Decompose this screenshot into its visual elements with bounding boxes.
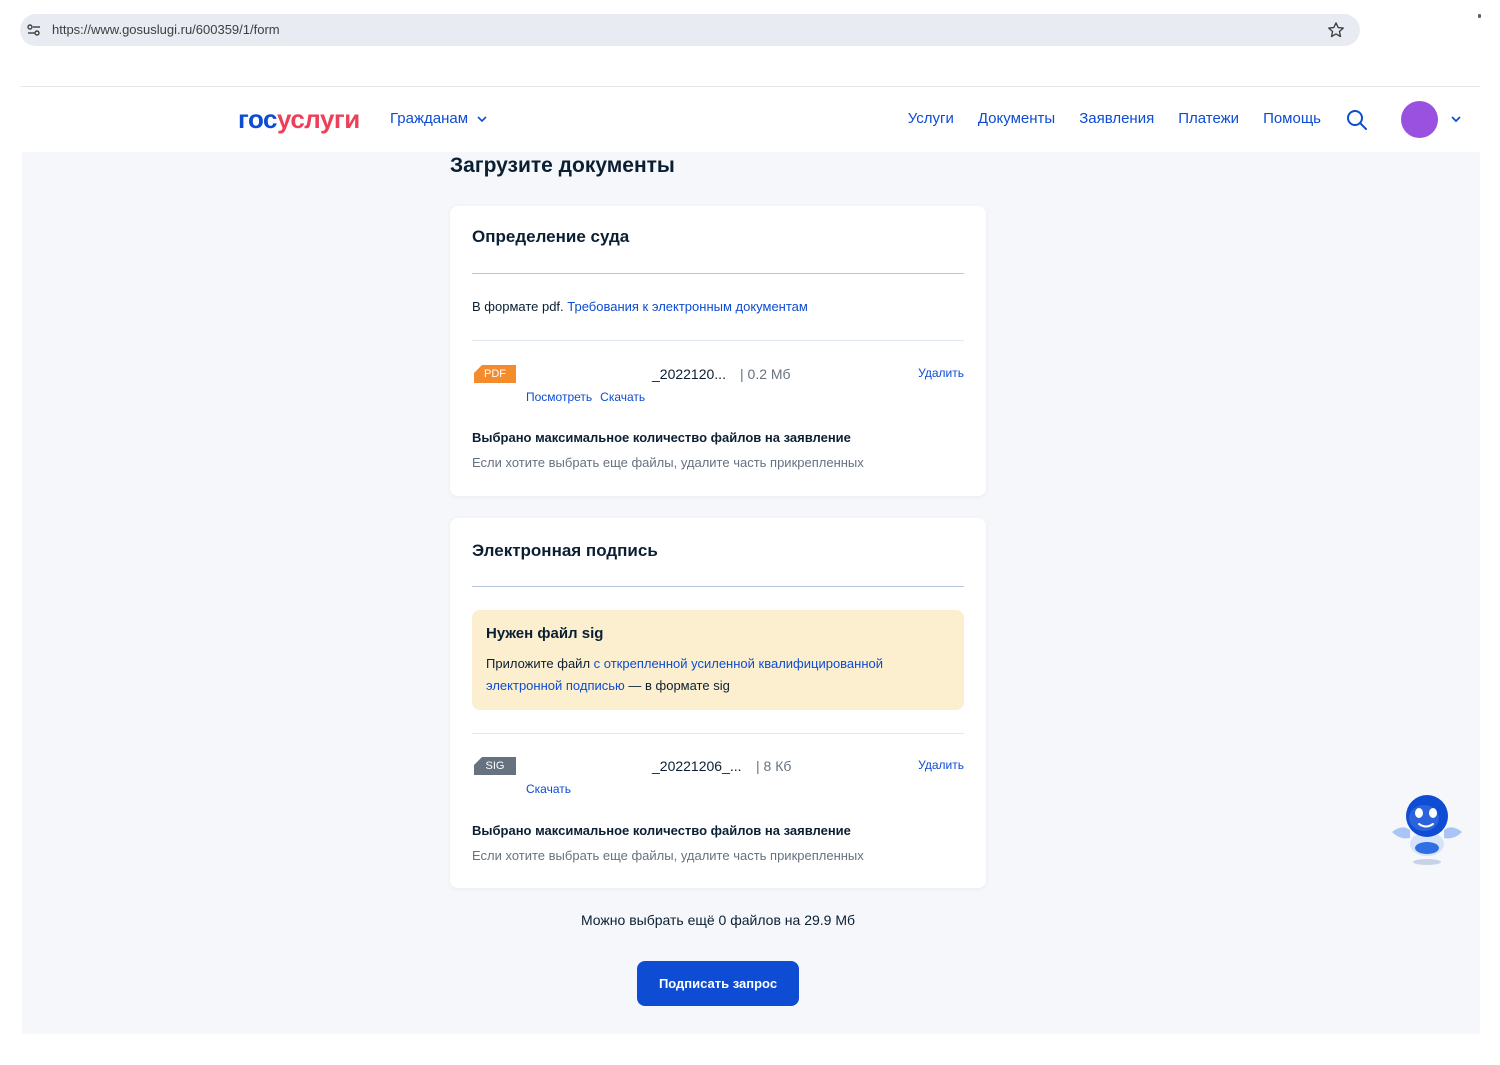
file-size: | 8 Кб [756,758,792,774]
max-files-title: Выбрано максимальное количество файлов н… [472,823,851,838]
pdf-file-icon: PDF [474,365,516,383]
notice-suffix: — в формате sig [624,678,730,693]
chevron-down-icon[interactable] [1449,112,1463,126]
file-actions: Посмотреть Скачать [526,390,645,404]
site-header: госуслуги Гражданам Услуги Документы Зая… [22,87,1480,152]
max-files-hint: Если хотите выбрать еще файлы, удалите ч… [472,848,864,863]
divider [472,340,964,341]
logo-part-gos: гос [238,104,278,134]
uploaded-file-pdf: PDF _2022120... | 0.2 Мб Удалить Посмотр… [472,363,964,413]
browser-menu-icon[interactable] [1478,14,1481,18]
divider [472,273,964,274]
gosuslugi-logo[interactable]: госуслуги [238,104,360,135]
nav-item-applications[interactable]: Заявления [1079,110,1154,127]
nav-item-help[interactable]: Помощь [1263,110,1321,127]
avatar[interactable] [1401,101,1438,138]
star-icon[interactable] [1326,20,1346,40]
robot-assistant-icon[interactable] [1388,788,1466,868]
divider [472,733,964,734]
delete-file-link[interactable]: Удалить [918,758,964,772]
citizens-menu-label: Гражданам [390,110,469,127]
divider [472,586,964,587]
url-text[interactable]: https://www.gosuslugi.ru/600359/1/form [52,22,280,37]
citizens-menu[interactable]: Гражданам [390,110,488,127]
max-files-title: Выбрано максимальное количество файлов н… [472,430,851,445]
file-size: | 0.2 Мб [740,366,791,382]
electronic-signature-card: Электронная подпись Нужен файл sig Прило… [450,518,986,888]
notice-title: Нужен файл sig [486,625,604,642]
download-file-link[interactable]: Скачать [526,782,571,796]
max-files-hint: Если хотите выбрать еще файлы, удалите ч… [472,455,864,470]
sig-file-icon: SIG [474,757,516,775]
file-actions: Скачать [526,782,571,796]
sig-notice: Нужен файл sig Приложите файл с открепле… [472,610,964,710]
nav-item-documents[interactable]: Документы [978,110,1055,127]
notice-prefix: Приложите файл [486,656,594,671]
remaining-files-info: Можно выбрать ещё 0 файлов на 29.9 Мб [580,912,856,928]
view-file-link[interactable]: Посмотреть [526,390,592,404]
uploaded-file-sig: SIG _20221206_... | 8 Кб Удалить Скачать [472,755,964,805]
sign-request-button[interactable]: Подписать запрос [637,961,799,1006]
main-nav: Услуги Документы Заявления Платежи Помощ… [908,110,1321,127]
file-name: _2022120... [652,366,726,382]
page-title: Загрузите документы [450,154,675,177]
card-title: Определение суда [472,227,630,246]
file-name: _20221206_... [652,758,742,774]
format-requirements: В формате pdf. Требования к электронным … [472,299,808,314]
nav-item-services[interactable]: Услуги [908,110,954,127]
notice-text: Приложите файл с открепленной усиленной … [486,653,946,697]
nav-item-payments[interactable]: Платежи [1178,110,1239,127]
requirements-link[interactable]: Требования к электронным документам [567,299,808,314]
court-decision-card: Определение суда В формате pdf. Требован… [450,206,986,496]
format-text: В формате pdf. [472,299,568,314]
card-title: Электронная подпись [472,541,658,560]
logo-part-uslugi: услуги [277,104,360,134]
address-bar[interactable]: https://www.gosuslugi.ru/600359/1/form [20,14,1360,46]
delete-file-link[interactable]: Удалить [918,366,964,380]
chevron-down-icon [477,115,487,122]
tune-icon[interactable] [26,22,42,38]
search-icon[interactable] [1345,108,1369,132]
download-file-link[interactable]: Скачать [600,390,645,404]
